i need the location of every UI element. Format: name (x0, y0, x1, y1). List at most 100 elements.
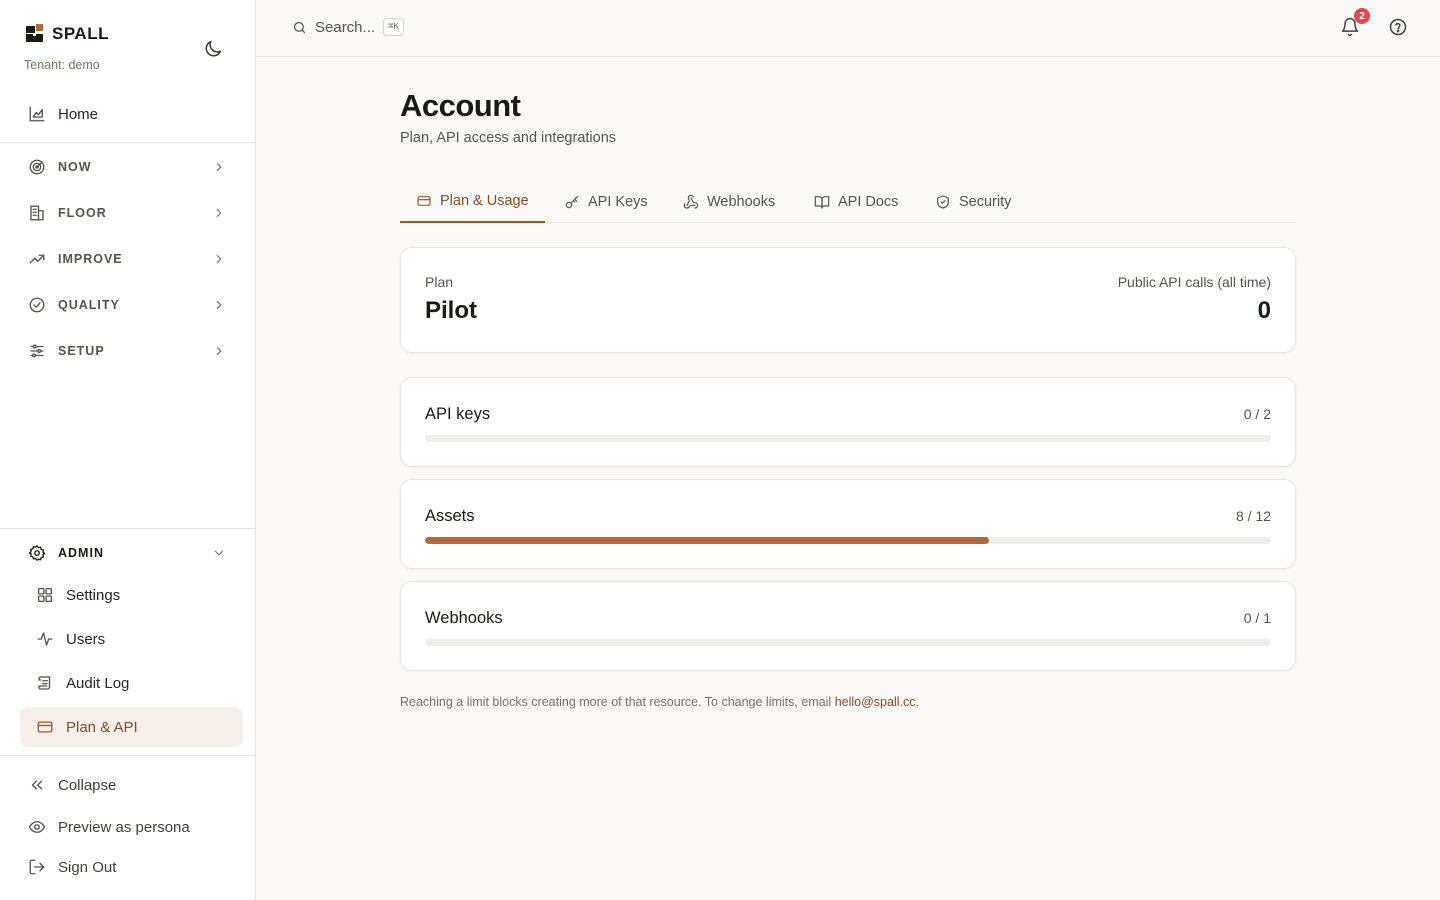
bottom-item-label: Preview as persona (58, 818, 190, 836)
bottom-item-label: Collapse (58, 776, 117, 794)
tab-label: Security (959, 193, 1012, 210)
tab-webhooks[interactable]: Webhooks (683, 180, 775, 223)
sidebar-group-label: FLOOR (58, 206, 107, 220)
sidebar-item-settings[interactable]: Settings (20, 575, 243, 615)
key-icon (565, 195, 578, 208)
check-circle-icon (29, 297, 45, 313)
chart-area-icon (29, 106, 45, 122)
sidebar-item-plan-api[interactable]: Plan & API (20, 707, 243, 747)
tab-label: Plan & Usage (440, 192, 529, 209)
sidebar-item-label: Home (58, 105, 99, 123)
collapse-button[interactable]: Collapse (20, 767, 236, 803)
sidebar-item-home[interactable]: Home (20, 96, 236, 132)
usage-card-webhooks: Webhooks 0 / 1 (400, 581, 1296, 671)
chevron-right-icon (216, 208, 222, 218)
usage-name: Assets (425, 507, 475, 525)
sidebar: SPALL Tenant: demo Home NOW FLOOR IMPROV… (0, 0, 256, 900)
sidebar-item-label: Settings (66, 586, 121, 604)
account-tabs: Plan & Usage API Keys Webhooks API Docs … (400, 180, 1296, 223)
log-out-icon (29, 859, 45, 875)
footnote-text: Reaching a limit blocks creating more of… (400, 695, 835, 709)
sidebar-divider (0, 528, 255, 529)
grid-icon (37, 587, 53, 603)
credit-card-icon (417, 195, 431, 206)
chevron-right-icon (216, 300, 222, 310)
chevron-down-icon (214, 550, 224, 556)
book-open-icon (814, 195, 830, 209)
sign-out-button[interactable]: Sign Out (20, 849, 236, 885)
plan-label: Plan (425, 274, 454, 290)
brand-name: SPALL (52, 24, 109, 43)
usage-progress-track (425, 537, 1271, 544)
tab-api-docs[interactable]: API Docs (814, 180, 898, 223)
sidebar-divider (0, 755, 255, 756)
sliders-icon (30, 344, 44, 358)
sidebar-group-quality[interactable]: QUALITY (20, 287, 236, 323)
usage-count: 0 / 2 (1243, 406, 1271, 422)
sidebar-group-label: IMPROVE (58, 252, 123, 266)
radar-icon (29, 159, 45, 175)
spall-logo-icon (26, 24, 43, 42)
chevron-right-icon (216, 254, 222, 264)
scroll-icon (38, 676, 51, 690)
brand-logo[interactable]: SPALL (24, 24, 109, 44)
sidebar-group-label: NOW (58, 160, 92, 174)
page-subtitle: Plan, API access and integrations (400, 130, 617, 146)
preview-persona-button[interactable]: Preview as persona (20, 809, 236, 845)
sidebar-group-floor[interactable]: FLOOR (20, 195, 236, 231)
sidebar-item-label: Audit Log (66, 674, 130, 692)
api-calls-value: 0 (1257, 297, 1271, 324)
help-button[interactable] (1388, 17, 1408, 37)
usage-name: Webhooks (425, 609, 503, 627)
notification-count-badge: 2 (1354, 8, 1370, 24)
shield-check-icon (937, 194, 949, 209)
tab-security[interactable]: Security (935, 180, 1011, 223)
theme-toggle-button[interactable] (202, 38, 224, 60)
bottom-item-label: Sign Out (58, 858, 117, 876)
sidebar-group-improve[interactable]: IMPROVE (20, 241, 236, 277)
usage-count: 8 / 12 (1235, 508, 1271, 524)
sidebar-item-label: Users (66, 630, 106, 648)
usage-name: API keys (425, 405, 491, 423)
usage-card-api-keys: API keys 0 / 2 (400, 377, 1296, 467)
chevron-right-icon (216, 162, 222, 172)
trending-up-icon (29, 254, 45, 264)
tab-api-keys[interactable]: API Keys (564, 180, 648, 223)
topbar: Search... ⌘K 2 (256, 0, 1440, 57)
moon-icon (205, 40, 222, 57)
tab-label: Webhooks (707, 193, 776, 210)
credit-card-icon (37, 721, 53, 733)
sidebar-group-setup[interactable]: SETUP (20, 333, 236, 369)
webhook-icon (683, 194, 699, 209)
tab-label: API Docs (838, 193, 899, 210)
gear-icon (28, 545, 46, 561)
tenant-label: Tenant: demo (24, 58, 100, 72)
building-icon (30, 205, 44, 221)
usage-progress-fill (425, 537, 990, 544)
sidebar-divider (0, 142, 255, 143)
sidebar-group-now[interactable]: NOW (20, 149, 236, 185)
api-calls-label: Public API calls (all time) (1117, 274, 1271, 290)
activity-icon (37, 632, 53, 646)
sidebar-item-audit-log[interactable]: Audit Log (20, 663, 243, 703)
chevrons-left-icon (31, 780, 43, 790)
usage-progress-track (425, 435, 1271, 442)
help-circle-icon (1389, 18, 1407, 36)
usage-count: 0 / 1 (1243, 610, 1271, 626)
usage-card-assets: Assets 8 / 12 (400, 479, 1296, 569)
page-title: Account (400, 88, 521, 123)
sidebar-item-users[interactable]: Users (20, 619, 243, 659)
search-shortcut: ⌘K (383, 18, 404, 36)
sidebar-item-label: Plan & API (66, 718, 138, 736)
search-trigger[interactable]: Search... ⌘K (292, 18, 404, 36)
eye-icon (28, 821, 46, 833)
search-icon (293, 21, 306, 33)
sidebar-group-label: QUALITY (58, 298, 120, 312)
tab-plan-usage[interactable]: Plan & Usage (400, 180, 545, 223)
contact-email-link[interactable]: hello@spall.cc (835, 695, 916, 709)
sidebar-group-label: ADMIN (58, 546, 104, 560)
plan-value: Pilot (425, 297, 477, 324)
limits-footnote: Reaching a limit blocks creating more of… (400, 695, 919, 709)
sidebar-group-label: SETUP (58, 344, 105, 358)
sidebar-group-admin[interactable]: ADMIN (20, 535, 236, 571)
